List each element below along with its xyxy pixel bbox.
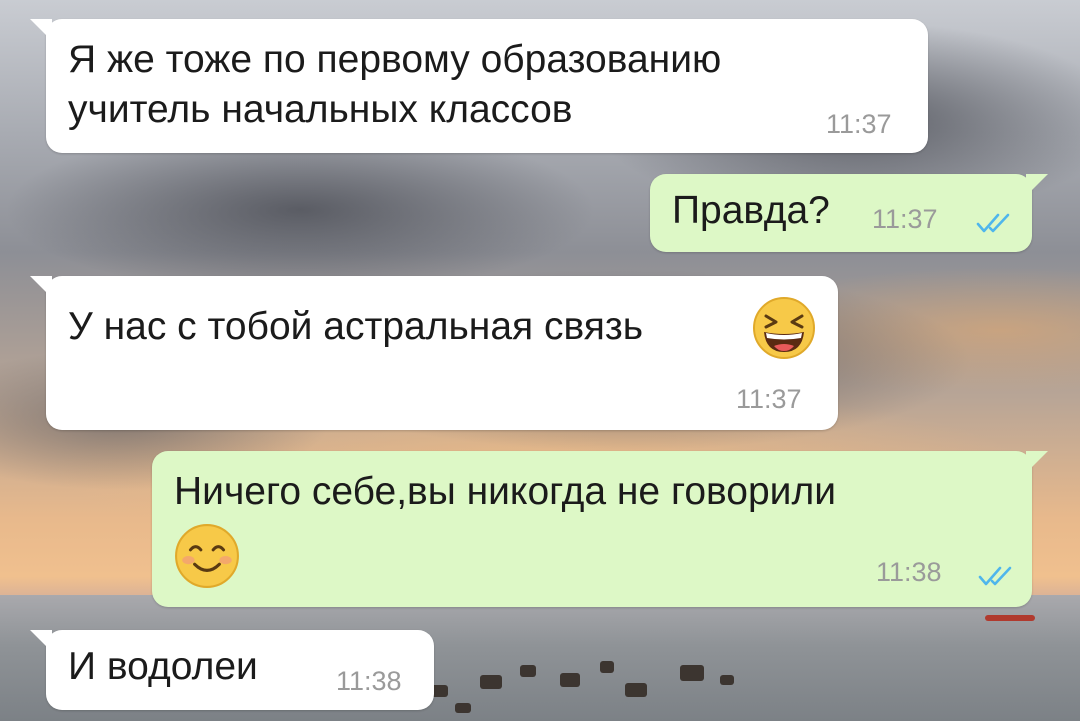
message-text: Я же тоже по первому образованию: [68, 38, 722, 81]
message-timestamp: 11:37: [736, 384, 802, 414]
bubble-tail: [1026, 174, 1048, 196]
read-checkmarks-icon: [978, 566, 1012, 586]
read-checkmarks-icon: [976, 213, 1010, 233]
message-timestamp: 11:38: [876, 557, 942, 587]
message-incoming[interactable]: У нас с тобой астральная связь 11:37: [30, 276, 838, 430]
message-text: И водолеи: [68, 645, 258, 688]
message-text: Правда?: [672, 189, 830, 232]
message-text: У нас с тобой астральная связь: [68, 305, 644, 348]
message-outgoing[interactable]: Правда? 11:37: [650, 174, 1048, 252]
bubble-tail: [30, 630, 52, 652]
message-timestamp: 11:37: [826, 109, 892, 139]
grinning-squinting-face-icon: [753, 297, 815, 359]
message-timestamp: 11:38: [336, 666, 402, 696]
smiling-face-icon: [175, 524, 239, 588]
bubble-tail: [30, 19, 52, 41]
message-outgoing[interactable]: Ничего себе,вы никогда не говорили 11:38: [152, 451, 1048, 607]
bubble-tail: [1026, 451, 1048, 473]
message-text: Ничего себе,вы никогда не говорили: [174, 470, 836, 513]
message-text: учитель начальных классов: [68, 88, 573, 131]
bubble-tail: [30, 276, 52, 298]
message-incoming[interactable]: И водолеи 11:38: [30, 630, 434, 710]
message-timestamp: 11:37: [872, 204, 938, 234]
message-incoming[interactable]: Я же тоже по первому образованию учитель…: [30, 19, 928, 153]
